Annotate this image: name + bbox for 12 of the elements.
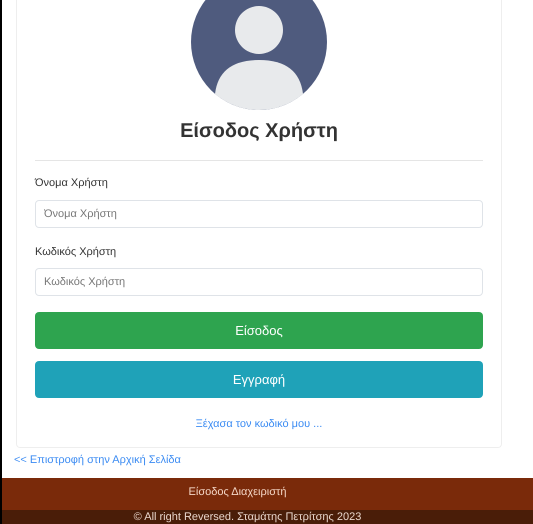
- login-button[interactable]: Είσοδος: [35, 312, 483, 349]
- admin-login-link[interactable]: Είσοδος Διαχειριστή: [188, 484, 286, 500]
- input-field[interactable]: Κωδικός Χρήστη: [35, 268, 483, 296]
- register-button[interactable]: Εγγραφή: [35, 361, 483, 398]
- avatar-icon: [191, 0, 327, 110]
- copyright-text: © All right Reversed. Σταμάτης Πετρίτσης 2023: [134, 510, 362, 524]
- field-label: Κωδικός Χρήστη: [35, 244, 118, 260]
- login-title: Είσοδος Χρήστη: [180, 119, 338, 144]
- input-field[interactable]: Όνομα Χρήστη: [35, 200, 483, 228]
- forgot-password-link[interactable]: Ξέχασα τον κωδικό μου ...: [196, 416, 322, 432]
- field-label: Όνομα Χρήστη: [35, 176, 109, 191]
- back-link[interactable]: << Επιστροφή στην Αρχική Σελίδα: [14, 452, 533, 468]
